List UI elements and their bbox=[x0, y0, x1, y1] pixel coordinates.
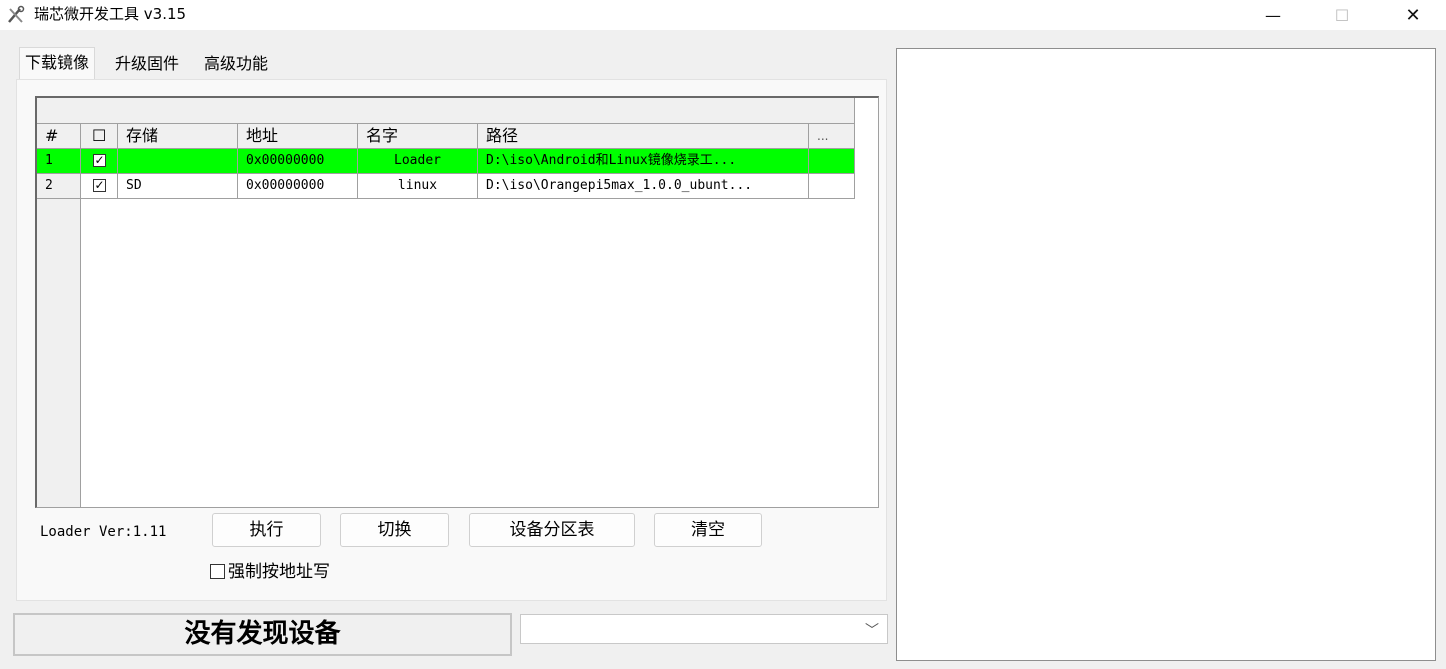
window-title: 瑞芯微开发工具 v3.15 bbox=[34, 5, 187, 23]
image-table[interactable]: # ☐ 存储 地址 名字 路径 ... 1 ✓ 0x00000000 Loade… bbox=[35, 96, 879, 508]
row-address[interactable]: 0x00000000 bbox=[238, 174, 358, 199]
force-write-label: 强制按地址写 bbox=[228, 562, 330, 582]
row-browse-button[interactable] bbox=[809, 149, 855, 174]
force-write-checkbox[interactable]: 强制按地址写 bbox=[210, 561, 330, 583]
row-number: 1 bbox=[37, 149, 81, 174]
row-number: 2 bbox=[37, 174, 81, 199]
device-select[interactable]: ﹀ bbox=[520, 614, 888, 644]
column-header-select-all[interactable]: ☐ bbox=[81, 124, 118, 149]
execute-button[interactable]: 执行 bbox=[212, 513, 321, 547]
tools-icon bbox=[8, 5, 25, 23]
maximize-button[interactable]: ☐ bbox=[1319, 0, 1365, 30]
table-top-bar bbox=[37, 98, 855, 124]
row-checkbox-cell[interactable]: ✓ bbox=[81, 174, 118, 199]
column-header-name[interactable]: 名字 bbox=[358, 124, 478, 149]
row-storage[interactable]: SD bbox=[118, 174, 238, 199]
checkbox-icon[interactable]: ✓ bbox=[93, 179, 106, 192]
clear-button[interactable]: 清空 bbox=[654, 513, 762, 547]
tab-advanced-functions[interactable]: 高级功能 bbox=[199, 49, 273, 79]
title-bar: 瑞芯微开发工具 v3.15 — ☐ ✕ bbox=[0, 0, 1446, 30]
row-name[interactable]: linux bbox=[358, 174, 478, 199]
checkbox-icon[interactable]: ✓ bbox=[93, 154, 106, 167]
row-storage[interactable] bbox=[118, 149, 238, 174]
chevron-down-icon[interactable]: ﹀ bbox=[865, 620, 879, 640]
row-address[interactable]: 0x00000000 bbox=[238, 149, 358, 174]
row-name[interactable]: Loader bbox=[358, 149, 478, 174]
row-path[interactable]: D:\iso\Android和Linux镜像烧录工... bbox=[478, 149, 809, 174]
tab-download-image[interactable]: 下载镜像 bbox=[19, 47, 96, 79]
column-header-storage[interactable]: 存储 bbox=[118, 124, 238, 149]
row-checkbox-cell[interactable]: ✓ bbox=[81, 149, 118, 174]
checkbox-icon[interactable] bbox=[210, 564, 225, 579]
column-header-address[interactable]: 地址 bbox=[238, 124, 358, 149]
log-panel[interactable] bbox=[896, 48, 1436, 661]
switch-button[interactable]: 切换 bbox=[340, 513, 449, 547]
column-header-browse[interactable]: ... bbox=[809, 124, 855, 149]
loader-version-label: Loader Ver:1.11 bbox=[40, 524, 167, 540]
row-browse-button[interactable] bbox=[809, 174, 855, 199]
close-button[interactable]: ✕ bbox=[1390, 0, 1436, 30]
partition-table-button[interactable]: 设备分区表 bbox=[469, 513, 635, 547]
column-header-path[interactable]: 路径 bbox=[478, 124, 809, 149]
device-status: 没有发现设备 bbox=[13, 613, 512, 656]
row-path[interactable]: D:\iso\Orangepi5max_1.0.0_ubunt... bbox=[478, 174, 809, 199]
column-header-number[interactable]: # bbox=[37, 124, 81, 149]
minimize-button[interactable]: — bbox=[1250, 0, 1296, 30]
tab-upgrade-firmware[interactable]: 升级固件 bbox=[110, 49, 184, 79]
